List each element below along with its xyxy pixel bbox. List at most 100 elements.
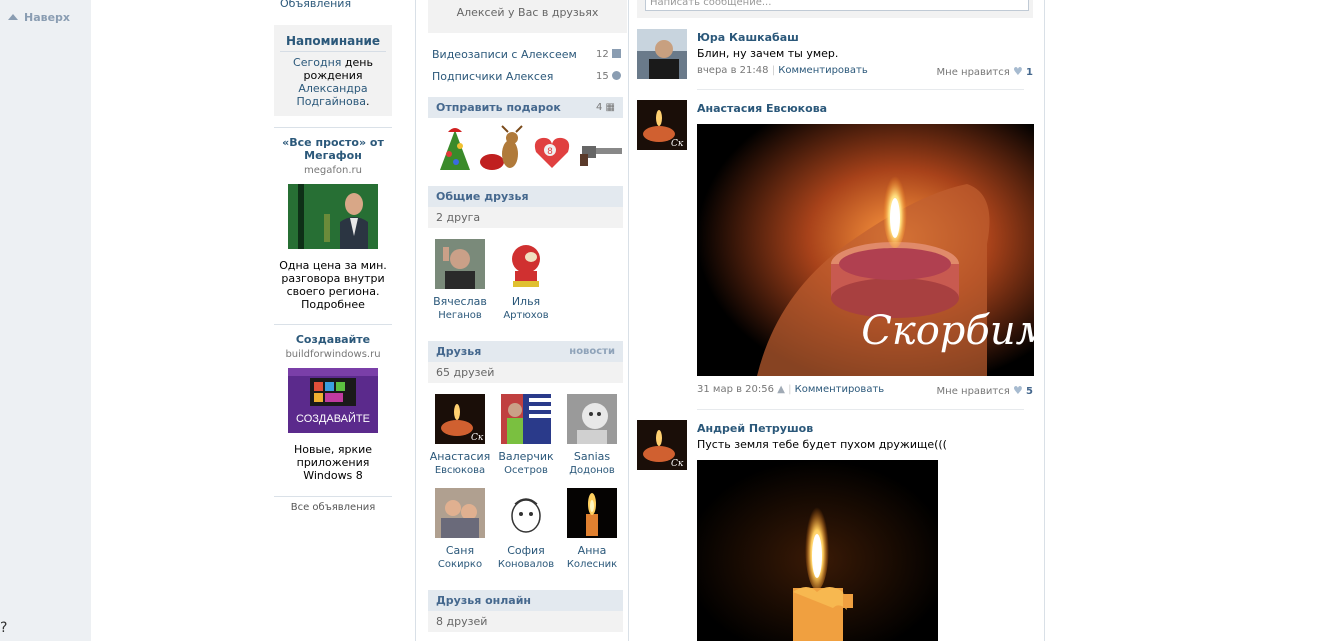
left-gutter[interactable]: Наверх — [0, 0, 91, 641]
friend-last-name: Коновалов — [497, 559, 555, 570]
post-author-link[interactable]: Юра Кашкабаш — [697, 31, 799, 44]
reminder-today-link[interactable]: Сегодня — [293, 56, 341, 69]
post-time[interactable]: вчера в 21:48 — [697, 65, 769, 76]
online-friends-count: 8 друзей — [428, 611, 623, 632]
wall-post: Юра Кашкабаш Блин, ну зачем ты умер. вче… — [637, 29, 1033, 89]
ad-image-megafon[interactable] — [288, 184, 378, 249]
friend-last-name: Сокирко — [437, 559, 483, 570]
reminder-box: Напоминание Сегодня день рождения Алекса… — [274, 25, 392, 116]
friend-last-name: Неганов — [438, 310, 482, 321]
friend-item[interactable]: Анна Колесник — [561, 488, 623, 571]
friend-avatar[interactable]: Ск — [435, 394, 485, 444]
post-avatar[interactable] — [637, 29, 687, 79]
ad-description: Одна цена за мин. разговора внутри своег… — [279, 259, 387, 311]
reminder-dot: . — [365, 95, 370, 108]
common-friends-count-text: 2 друга — [436, 211, 481, 224]
gift-christmas-tree[interactable] — [440, 128, 470, 170]
friend-item[interactable]: Ск Анастасия Евсюкова — [429, 394, 491, 477]
svg-text:Ск: Ск — [671, 459, 684, 469]
back-to-top-button[interactable]: Наверх — [8, 11, 70, 24]
friend-first-name: Вячеслав — [433, 295, 487, 308]
wall-composer: Написать сообщение... — [637, 0, 1033, 18]
svg-text:Ск: Ск — [671, 139, 684, 149]
friends-header[interactable]: Друзья новости — [428, 341, 623, 362]
friends-count: 65 друзей — [428, 362, 623, 383]
android-icon: ▲ — [777, 384, 785, 395]
gift-count-value: 4 — [595, 102, 603, 113]
ad-title[interactable]: Создавайте — [274, 333, 392, 346]
like-label: Мне нравится — [936, 386, 1010, 397]
all-ads-link[interactable]: Все объявления — [274, 496, 392, 513]
friend-name[interactable]: Анастасия Евсюкова — [429, 450, 491, 477]
post-author-link[interactable]: Анастасия Евсюкова — [697, 102, 827, 115]
gift-list: 8 — [432, 124, 627, 174]
friend-name[interactable]: София Коновалов — [495, 544, 557, 571]
post-input[interactable]: Написать сообщение... — [645, 0, 1029, 11]
ad-megafon[interactable]: «Все просто» от Мегафон megafon.ru Одна … — [274, 127, 392, 311]
reminder-person-link[interactable]: Александра Подгайнова — [297, 82, 368, 108]
friend-name[interactable]: Саня Сокирко — [429, 544, 491, 571]
online-friends-header[interactable]: Друзья онлайн — [428, 590, 623, 611]
friend-avatar[interactable] — [501, 488, 551, 538]
ads-link[interactable]: Объявления — [280, 0, 351, 10]
friend-item[interactable]: Sanias Додонов — [561, 394, 623, 477]
friend-first-name: Валерчик — [498, 450, 554, 463]
ad-description: Новые, яркие приложения Windows 8 — [293, 443, 373, 482]
wall-post: Ск Анастасия Евсюкова Скорбим 31 мар в 2… — [637, 100, 1049, 400]
post-divider — [697, 409, 1024, 410]
reminder-title: Напоминание — [280, 34, 386, 52]
comment-link[interactable]: Комментировать — [795, 384, 885, 395]
post-image[interactable]: Скорбим — [697, 124, 1049, 376]
friend-item[interactable]: София Коновалов — [495, 488, 557, 571]
gift-reindeer[interactable] — [480, 125, 523, 170]
back-to-top-label: Наверх — [24, 11, 71, 24]
friend-name[interactable]: Sanias Додонов — [561, 450, 623, 477]
friend-last-name: Осетров — [504, 465, 548, 476]
friend-avatar[interactable] — [501, 394, 551, 444]
like-button[interactable]: Мне нравится ♥ 1 — [937, 65, 1033, 78]
post-avatar[interactable]: Ск — [637, 100, 687, 150]
friend-first-name: Анастасия — [429, 450, 491, 463]
send-gift-title: Отправить подарок — [436, 101, 561, 114]
ad-title[interactable]: «Все просто» от Мегафон — [274, 136, 392, 162]
subscribers-count[interactable]: 15 — [596, 71, 621, 82]
common-friends-header[interactable]: Общие друзья — [428, 186, 623, 207]
friends-news-link[interactable]: новости — [569, 341, 615, 362]
friend-avatar[interactable] — [567, 394, 617, 444]
friend-name[interactable]: Анна Колесник — [561, 544, 623, 571]
common-friend-item[interactable]: Вячеслав Неганов — [429, 239, 491, 322]
post-author-link[interactable]: Андрей Петрушов — [697, 422, 813, 435]
comment-link[interactable]: Комментировать — [778, 65, 868, 76]
send-gift-header[interactable]: Отправить подарок 4 ▦ — [428, 97, 623, 118]
ad-image-windows[interactable]: СОЗДАВАЙТЕ — [288, 368, 378, 433]
common-friend-item[interactable]: Илья Артюхов — [495, 239, 557, 322]
subscribers-link[interactable]: Подписчики Алексея — [432, 70, 553, 83]
friend-first-name: Илья — [511, 295, 541, 308]
friend-avatar[interactable] — [501, 239, 551, 289]
friend-item[interactable]: Валерчик Осетров — [495, 394, 557, 477]
arrow-up-icon — [8, 14, 18, 20]
gift-count: 4 ▦ — [596, 97, 615, 118]
friend-last-name: Колесник — [566, 559, 618, 570]
friend-item[interactable]: Саня Сокирко — [429, 488, 491, 571]
ad-domain: buildforwindows.ru — [285, 349, 381, 360]
post-avatar[interactable]: Ск — [637, 420, 687, 470]
friend-avatar[interactable] — [435, 239, 485, 289]
gift-heart[interactable]: 8 — [534, 137, 570, 168]
post-image[interactable] — [697, 460, 938, 641]
friend-name[interactable]: Валерчик Осетров — [495, 450, 557, 477]
videos-count[interactable]: 12 — [596, 49, 621, 60]
friend-avatar[interactable] — [567, 488, 617, 538]
videos-link[interactable]: Видеозаписи с Алексеем — [432, 48, 577, 61]
reminder-body: Сегодня день рождения Александра Подгайн… — [274, 52, 392, 108]
like-button[interactable]: Мне нравится ♥ 5 — [937, 384, 1033, 397]
gift-revolver[interactable] — [580, 146, 622, 166]
post-time[interactable]: 31 мар в 20:56 — [697, 384, 774, 395]
friend-name[interactable]: Илья Артюхов — [495, 295, 557, 322]
ad-buildforwindows[interactable]: Создавайте buildforwindows.ru СОЗДАВАЙТЕ… — [274, 324, 392, 482]
friend-avatar[interactable] — [435, 488, 485, 538]
meta-separator: | — [788, 384, 792, 395]
friend-name[interactable]: Вячеслав Неганов — [429, 295, 491, 322]
ad-banner-text: СОЗДАВАЙТЕ — [296, 412, 370, 425]
friends-title: Друзья — [436, 345, 482, 358]
